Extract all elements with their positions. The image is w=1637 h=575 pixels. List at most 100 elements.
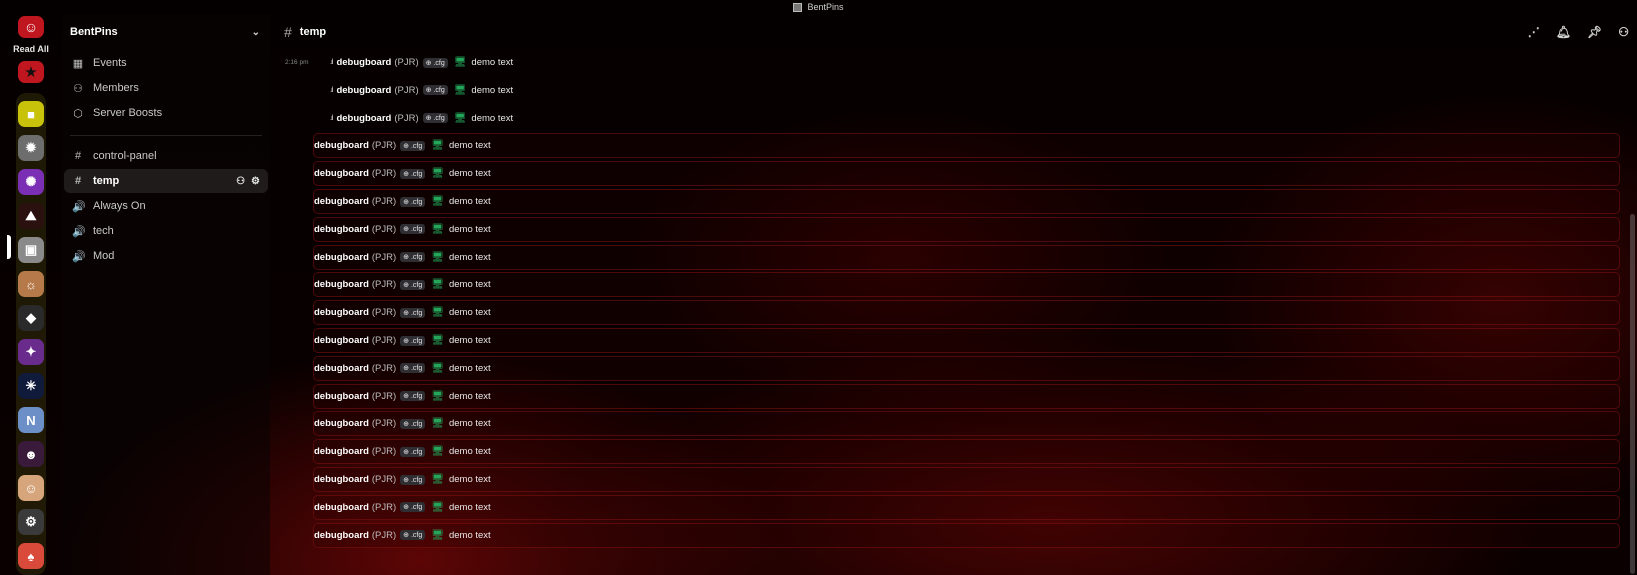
channel-control-panel[interactable]: # control-panel	[64, 144, 268, 168]
message-row[interactable]: debugboard (PJR) ⊕ .cfg 🖥︎ demo text	[313, 216, 1620, 242]
user-tag: (PJR)	[371, 307, 397, 319]
message-row[interactable]: debugboard (PJR) ⊕ .cfg 🖥︎ demo text	[313, 522, 1620, 548]
message-row[interactable]: debugboard (PJR) ⊕ .cfg 🖥︎ demo text	[313, 467, 1620, 492]
sunset-server-icon[interactable]: ☼	[18, 271, 44, 297]
screen-share-icon: 🖥︎	[431, 251, 444, 263]
message-row[interactable]: debugboard (PJR) ⊕ .cfg 🖥︎ demo text	[313, 411, 1620, 437]
message-row[interactable]: debugboard (PJR) ⊕ .cfg 🖥︎ demo text	[313, 189, 1620, 214]
channel-mod[interactable]: 🔊 Mod	[64, 244, 268, 268]
message-row[interactable]: debugboard (PJR) ⊕ .cfg 🖥︎ demo text	[313, 355, 1620, 381]
channel-label: temp	[93, 175, 120, 187]
server-folder[interactable]: ■ ✹ ✺ ⛰ ▣ ☼ ◆ ✦ ✳ N ☻ ☺ ⚙ ♠	[16, 93, 46, 575]
gear-icon[interactable]: ⚙	[251, 176, 260, 187]
signal-bars-icon: .ıl	[330, 59, 334, 66]
pterodactyl-server-icon[interactable]: ♠	[18, 543, 44, 569]
cfg-badge: ⊕ .cfg	[400, 279, 426, 290]
message-row[interactable]: debugboard (PJR) ⊕ .cfg 🖥︎ demo text	[313, 244, 1620, 270]
sidebar-item-events[interactable]: ▦ Events	[64, 51, 268, 75]
user-tag: (PJR)	[371, 474, 397, 485]
channel-tech[interactable]: 🔊 tech	[64, 219, 268, 243]
username[interactable]: debugboard	[314, 363, 369, 374]
pin-icon[interactable]: 📌︎	[1587, 25, 1602, 39]
message-row[interactable]: debugboard (PJR) ⊕ .cfg 🖥︎ demo text	[313, 328, 1620, 353]
username[interactable]: debugboard	[314, 168, 369, 179]
message-row[interactable]: debugboard (PJR) ⊕ .cfg 🖥︎ demo text	[313, 133, 1620, 159]
message-row[interactable]: debugboard (PJR) ⊕ .cfg 🖥︎ demo text	[313, 161, 1620, 187]
message-row[interactable]: debugboard (PJR) ⊕ .cfg 🖥︎ demo text	[313, 494, 1620, 520]
app-icon	[793, 2, 803, 12]
sidebar-divider	[70, 135, 262, 136]
username[interactable]: debugboard	[336, 57, 391, 68]
message-row[interactable]: .ıl debugboard (PJR) ⊕ .cfg 🖥︎ demo text	[313, 78, 1620, 103]
scrollbar[interactable]	[1630, 214, 1635, 574]
read-all-button[interactable]: Read All	[13, 44, 49, 54]
cfg-badge: ⊕ .cfg	[400, 530, 426, 541]
channel-title: temp	[299, 26, 327, 38]
red-stand-server-icon[interactable]: ⛰	[18, 203, 44, 229]
screen-share-icon: 🖥︎	[431, 529, 444, 541]
channel-always-on[interactable]: 🔊 Always On	[64, 194, 268, 218]
username[interactable]: debugboard	[314, 140, 369, 151]
username[interactable]: debugboard	[314, 224, 369, 235]
username[interactable]: debugboard	[314, 418, 369, 429]
screen-share-icon: 🖥︎	[431, 196, 444, 207]
mask-server-icon[interactable]: ☻	[18, 441, 44, 467]
username[interactable]: debugboard	[314, 530, 369, 541]
signal-bars-icon: .ıl	[330, 114, 334, 122]
username[interactable]: debugboard	[314, 335, 369, 346]
activity-text: demo text	[448, 279, 491, 291]
channel-temp[interactable]: # temp ⚇ ⚙	[64, 169, 268, 193]
folder-server-icon[interactable]: ■	[18, 101, 44, 127]
username[interactable]: debugboard	[314, 446, 369, 457]
username[interactable]: debugboard	[314, 474, 369, 485]
party-server-icon[interactable]: ✦	[18, 339, 44, 365]
message-row[interactable]: debugboard (PJR) ⊕ .cfg 🖥︎ demo text	[313, 439, 1620, 465]
discord-home-icon[interactable]: ☺	[18, 16, 44, 38]
username[interactable]: debugboard	[314, 279, 369, 290]
bell-icon[interactable]: 🔔︎	[1556, 25, 1571, 39]
username[interactable]: debugboard	[336, 85, 391, 96]
message-row[interactable]: .ıl debugboard (PJR) ⊕ .cfg 🖥︎ demo text	[313, 106, 1620, 131]
user-tag: (PJR)	[371, 251, 397, 263]
window-title: BentPins	[807, 2, 844, 12]
sidebar-item-label: Members	[93, 82, 139, 94]
message-row[interactable]: debugboard (PJR) ⊕ .cfg 🖥︎ demo text	[313, 383, 1620, 409]
server-header[interactable]: BentPins ⌄	[62, 14, 270, 50]
diamond-server-icon[interactable]: ◆	[18, 305, 44, 331]
channel-header: # temp ⋰ 🔔︎ 📌︎ ⚇	[270, 14, 1637, 50]
activity-text: demo text	[448, 307, 491, 319]
never-server-icon[interactable]: N	[18, 407, 44, 433]
threads-icon[interactable]: ⋰	[1528, 25, 1540, 39]
voice-channel-icon: 🔊	[72, 225, 86, 238]
message-row[interactable]: 2:16 pm .ıl debugboard (PJR) ⊕ .cfg 🖥︎ demo te…	[285, 50, 1620, 75]
screen-share-icon: 🖥︎	[453, 112, 467, 124]
chevron-down-icon[interactable]: ⌄	[252, 27, 260, 38]
member-list-icon[interactable]: ⚇	[1618, 25, 1629, 39]
user-tag: (PJR)	[371, 390, 397, 402]
gray-box-server-icon[interactable]: ▣	[18, 237, 44, 263]
username[interactable]: debugboard	[314, 307, 369, 318]
face-server-icon[interactable]: ☺	[18, 475, 44, 501]
username[interactable]: debugboard	[314, 252, 369, 263]
message-row[interactable]: debugboard (PJR) ⊕ .cfg 🖥︎ demo text	[313, 300, 1620, 326]
message-row[interactable]: debugboard (PJR) ⊕ .cfg 🖥︎ demo text	[313, 272, 1620, 298]
user-tag: (PJR)	[371, 362, 397, 374]
screen-share-icon: 🖥︎	[431, 223, 444, 235]
cfg-badge: ⊕ .cfg	[400, 502, 426, 513]
sidebar-item-server-boosts[interactable]: ⬡ Server Boosts	[64, 101, 268, 125]
gear-server-icon[interactable]: ⚙	[18, 509, 44, 535]
invite-icon[interactable]: ⚇	[236, 176, 245, 187]
username[interactable]: debugboard	[314, 196, 369, 207]
screen-share-icon: 🖥︎	[431, 446, 444, 458]
calendar-icon: ▦	[72, 57, 84, 70]
star-icon[interactable]: ★	[18, 61, 44, 83]
username[interactable]: debugboard	[336, 113, 391, 124]
username[interactable]: debugboard	[314, 391, 369, 402]
username[interactable]: debugboard	[314, 502, 369, 513]
sidebar-item-members[interactable]: ⚇ Members	[64, 76, 268, 100]
screen-share-icon: 🖥︎	[431, 362, 444, 374]
text-channel-icon: #	[74, 175, 82, 187]
purple-server-icon[interactable]: ✺	[18, 169, 44, 195]
spiky-server-icon[interactable]: ✹	[18, 135, 44, 161]
blue-star-server-icon[interactable]: ✳	[18, 373, 44, 399]
